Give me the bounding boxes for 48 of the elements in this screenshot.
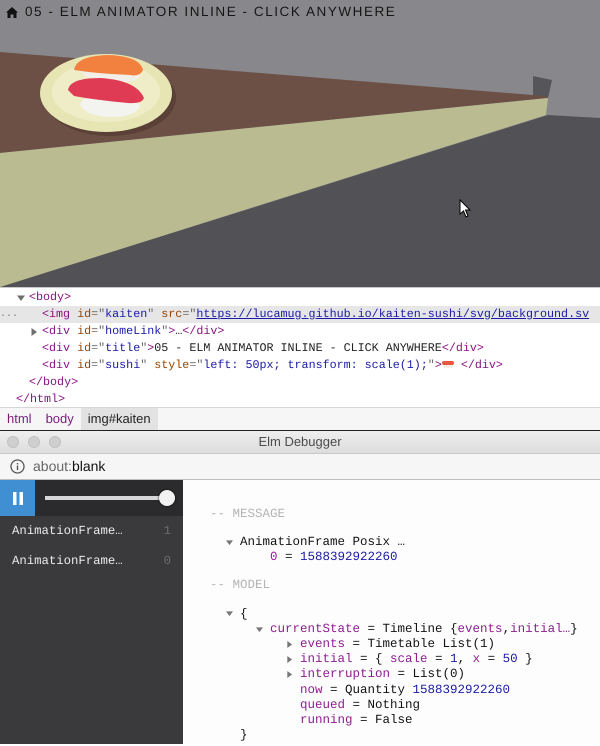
triangle-down-icon[interactable] — [17, 294, 25, 302]
breadcrumb-item[interactable]: html — [0, 408, 39, 430]
triangle-right-icon[interactable] — [286, 671, 293, 678]
info-icon[interactable] — [10, 459, 25, 474]
url-link[interactable]: https://lucamug.github.io/kaiten-sushi/svg/background.sv — [196, 306, 590, 321]
code-line: currentState = Timeline {events,initial…} — [270, 620, 578, 638]
code-line: now = Quantity 1588392922260 — [300, 682, 510, 699]
window-title: Elm Debugger — [258, 433, 342, 452]
code-line: 0 = 1588392922260 — [270, 549, 398, 566]
code-line: interruption = List(0) — [300, 666, 466, 684]
breadcrumb-item[interactable]: img#kaiten — [80, 408, 158, 430]
code-line: queued = Nothing — [300, 696, 420, 714]
tree-row[interactable]: <div id="sushi" style="left: 50px; transform: scale(1);"> </div> — [0, 357, 600, 374]
code-line: { — [240, 606, 248, 623]
code-line: </html> — [16, 390, 66, 408]
code-line: <img id="kaiten" src="https://lucamug.github.io/kaiten-sushi/svg/background.sv — [42, 306, 590, 323]
triangle-down-icon[interactable] — [256, 626, 263, 633]
tree-row[interactable]: <body> — [0, 289, 600, 306]
sushi-icon — [442, 358, 454, 369]
pause-button[interactable] — [0, 480, 35, 516]
pause-icon — [12, 492, 22, 504]
cursor-icon — [460, 198, 472, 218]
code-line: <div id="sushi" style="left: 50px; transform: scale(1);"> </div> — [42, 356, 503, 374]
address-text: about:blank — [33, 457, 106, 476]
code-line: AnimationFrame Posix … — [240, 534, 406, 552]
breadcrumb-item[interactable]: body — [38, 408, 81, 430]
triangle-down-icon[interactable] — [226, 610, 233, 618]
code-line: <div id="homeLink">…</div> — [42, 322, 224, 340]
section-heading: -- MESSAGE — [209, 507, 286, 522]
tree-row[interactable]: ... <img id="kaiten" src="https://lucamug.github.io/kaiten-sushi/svg/background.sv — [0, 306, 600, 323]
tree-row[interactable]: <div id="homeLink">…</div> — [0, 323, 600, 340]
triangle-right-icon[interactable] — [286, 656, 293, 664]
selection-dots: ... — [0, 309, 18, 320]
triangle-right-icon[interactable] — [30, 328, 38, 336]
section-heading: -- MODEL — [209, 578, 272, 594]
code-line: <body> — [29, 288, 72, 306]
code-line: } — [240, 727, 248, 744]
code-line: </body> — [29, 374, 78, 391]
tree-row[interactable]: <div id="title">05 - ELM ANIMATOR INLINE - CLICK ANYWHERE</div> — [0, 340, 600, 357]
code-line: <div id="title">05 - ELM ANIMATOR INLINE - CLICK ANYWHERE</div> — [42, 340, 484, 357]
code-line: initial = { scale = 1, x = 50 } — [300, 651, 533, 668]
page-title: 05 - ELM ANIMATOR INLINE - CLICK ANYWHERE — [25, 3, 396, 21]
home-icon[interactable] — [6, 6, 18, 18]
code-line: events = Timetable List(1) — [300, 636, 496, 653]
code-line: running = False — [300, 712, 413, 729]
slider-thumb[interactable] — [159, 490, 175, 506]
triangle-down-icon[interactable] — [226, 539, 233, 546]
triangle-right-icon[interactable] — [286, 640, 293, 648]
